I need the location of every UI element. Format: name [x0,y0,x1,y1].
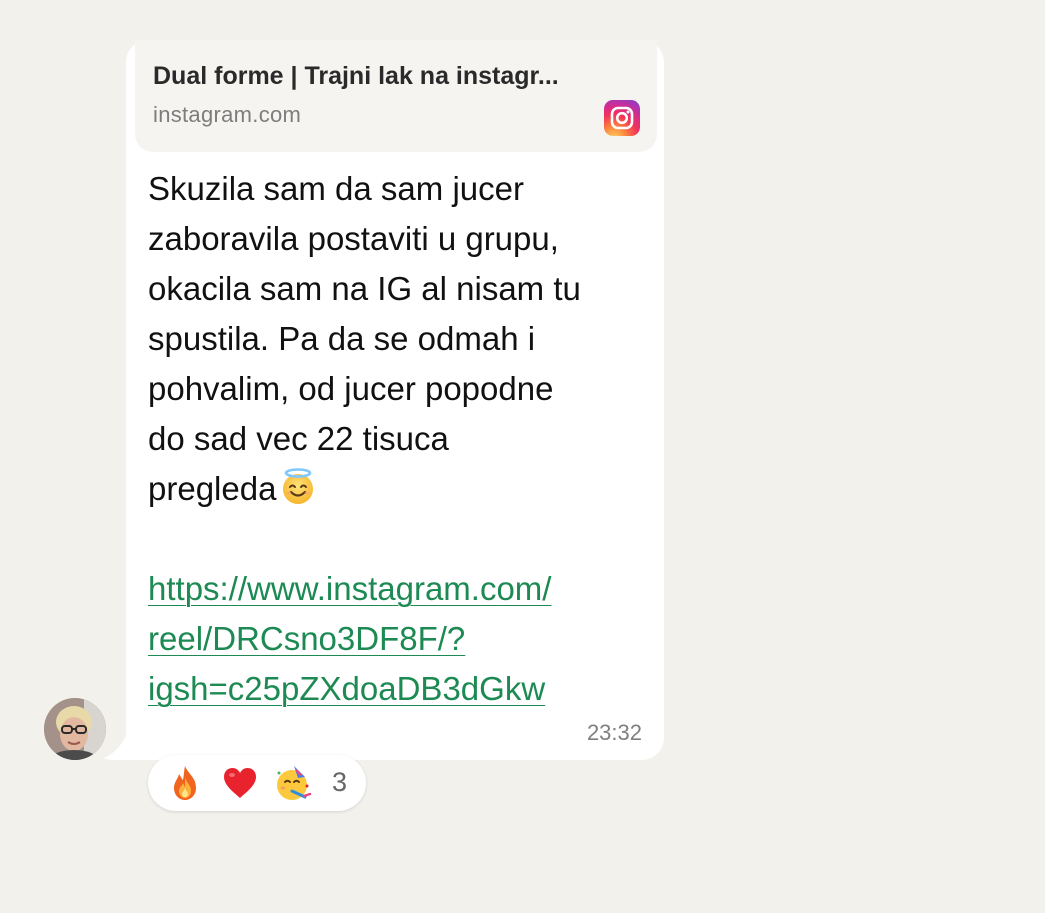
message-line: pohvalim, od jucer popodne [148,370,554,407]
link-preview-domain: instagram.com [153,102,302,127]
link-preview-title: Dual forme | Trajni lak na instagr... [153,62,559,90]
partying-face-icon [274,764,312,802]
red-heart-icon [221,764,259,802]
sender-avatar[interactable] [44,698,106,760]
instagram-icon [604,100,640,136]
message-line: okacila sam na IG al nisam tu [148,270,581,307]
message-line: do sad vec 22 tisuca [148,420,449,457]
message-line-last: pregleda [148,464,653,514]
smiling-face-with-halo-icon [278,466,318,520]
fire-icon [166,764,204,802]
message-timestamp: 23:32 [586,720,642,745]
reaction-count: 3 [332,767,348,797]
message-link-line[interactable]: igsh=c25pZXdoaDB3dGkw [148,664,653,714]
message-text: Skuzila sam da sam jucer zaboravila post… [148,164,653,714]
reactions-bar[interactable]: 3 [148,755,366,811]
message-link-line[interactable]: https://www.instagram.com/ [148,564,653,614]
message-line: zaboravila postaviti u grupu, [148,220,559,257]
message-link-line[interactable]: reel/DRCsno3DF8F/? [148,614,653,664]
bubble-tail [104,716,144,760]
message-bubble[interactable]: Dual forme | Trajni lak na instagr... in… [126,40,664,760]
message-line: spustila. Pa da se odmah i [148,320,536,357]
message-line: pregleda [148,470,277,507]
message-line: Skuzila sam da sam jucer [148,170,524,207]
link-preview-card[interactable]: Dual forme | Trajni lak na instagr... in… [135,40,657,152]
